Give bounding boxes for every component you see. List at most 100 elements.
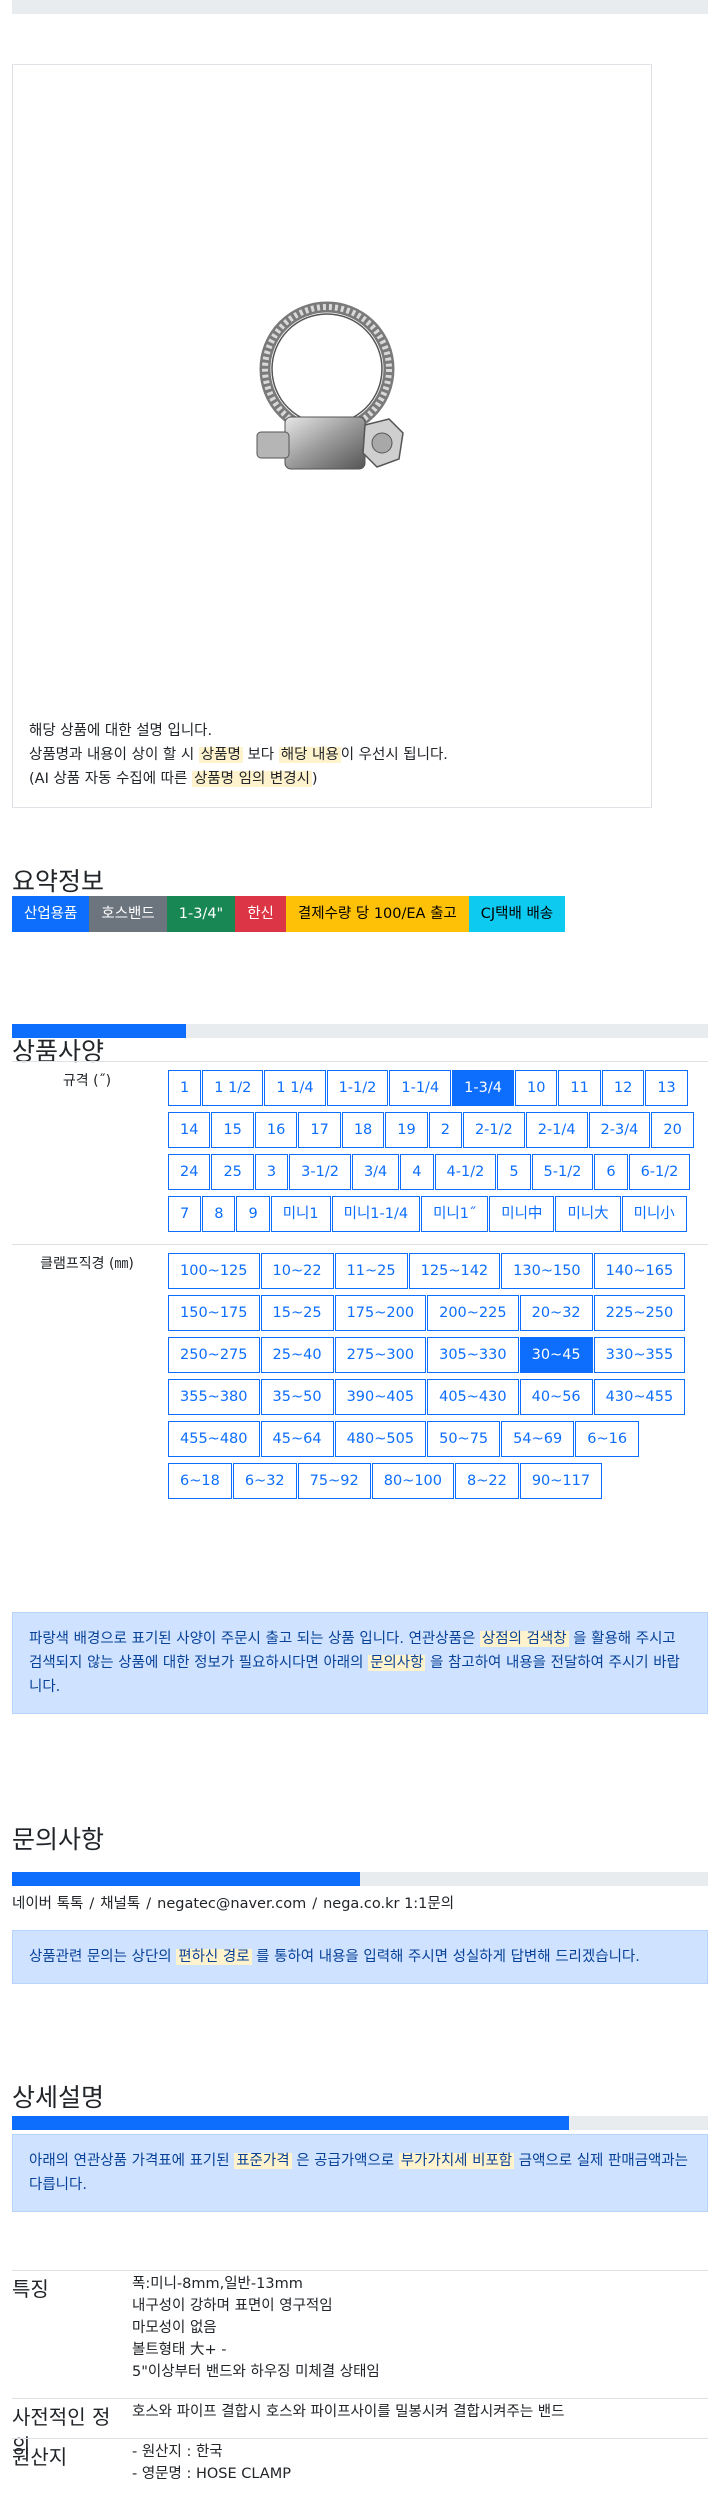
range-option-button[interactable]: 10~22 [260, 1253, 334, 1289]
range-option-button[interactable]: 45~64 [260, 1421, 334, 1457]
contact-link[interactable]: negatec@naver.com [157, 1896, 306, 1912]
summary-badge: 산업용품 [12, 896, 90, 932]
size-option-button[interactable]: 1 [168, 1070, 202, 1106]
size-option-button[interactable]: 14 [168, 1112, 211, 1148]
inquiry-progress-fill [12, 1872, 360, 1886]
detail-row: 특징 폭:미니-8mm,일반-13mm 내구성이 강하며 표면이 영구적임 마모성이 … [12, 2270, 708, 2398]
range-option-button[interactable]: 100~125 [168, 1253, 260, 1289]
top-progress-bar [12, 0, 708, 14]
range-option-button[interactable]: 225~250 [593, 1295, 686, 1331]
detail-progress-bar [12, 2116, 708, 2130]
range-option-button[interactable]: 480~505 [334, 1421, 427, 1457]
range-option-button[interactable]: 355~380 [168, 1379, 260, 1415]
contact-link[interactable]: 네이버 톡톡 [12, 1896, 83, 1912]
detail-row-line: 내구성이 강하며 표면이 영구적임 [132, 2298, 333, 2314]
range-option-button[interactable]: 54~69 [501, 1421, 575, 1457]
size-option-button[interactable]: 1 1/4 [264, 1070, 326, 1106]
range-option-button[interactable]: 8~22 [455, 1463, 519, 1499]
size-option-button[interactable]: 미니1˝ [421, 1196, 489, 1232]
range-options: 100~125 10~22 11~25 125~142 130~150 140~165 15… [162, 1245, 708, 1511]
size-option-button[interactable]: 5-1/2 [531, 1154, 594, 1190]
range-option-button[interactable]: 330~355 [593, 1337, 686, 1373]
size-option-button[interactable]: 2-1/2 [462, 1112, 525, 1148]
range-option-button[interactable]: 25~40 [260, 1337, 334, 1373]
range-option-button[interactable]: 430~455 [593, 1379, 686, 1415]
detail-row: 사전적인 정의 호스와 파이프 결합시 호스와 파이프사이를 밀봉시켜 결합시켜주… [12, 2398, 708, 2458]
contact-link[interactable]: 채널톡 [100, 1896, 140, 1912]
detail-row-line: - 영문명 : HOSE CLAMP [132, 2466, 291, 2482]
range-option-button[interactable]: 75~92 [297, 1463, 371, 1499]
size-option-button[interactable]: 2-1/4 [525, 1112, 588, 1148]
size-option-button[interactable]: 19 [385, 1112, 428, 1148]
size-option-button[interactable]: 8 [202, 1196, 236, 1232]
range-option-button[interactable]: 125~142 [408, 1253, 501, 1289]
summary-badge: 한신 [235, 896, 286, 932]
detail-row-line: 볼트형태 大+ - [132, 2342, 227, 2358]
range-option-button[interactable]: 175~200 [334, 1295, 427, 1331]
size-option-button[interactable]: 1 1/2 [202, 1070, 264, 1106]
size-option-button[interactable]: 5 [497, 1154, 531, 1190]
size-option-button[interactable]: 1-1/4 [389, 1070, 452, 1106]
contact-link[interactable]: nega.co.kr 1:1문의 [323, 1896, 454, 1912]
size-option-button[interactable]: 1-3/4 [452, 1070, 514, 1106]
size-option-button[interactable]: 3/4 [351, 1154, 400, 1190]
size-option-button[interactable]: 4-1/2 [434, 1154, 497, 1190]
range-option-button[interactable]: 250~275 [168, 1337, 260, 1373]
product-image-panel: 해당 상품에 대한 설명 입니다. 상품명과 내용이 상이 할 시 상품명 보다… [12, 64, 652, 808]
range-option-button[interactable]: 35~50 [260, 1379, 334, 1415]
size-option-button[interactable]: 미니大 [555, 1196, 621, 1232]
range-option-button[interactable]: 305~330 [427, 1337, 519, 1373]
size-option-button[interactable]: 15 [211, 1112, 254, 1148]
size-option-button[interactable]: 3-1/2 [289, 1154, 351, 1190]
size-option-button[interactable]: 6-1/2 [628, 1154, 691, 1190]
range-option-button[interactable]: 90~117 [519, 1463, 603, 1499]
range-option-button[interactable]: 30~45 [519, 1337, 593, 1373]
size-options: 11 1/2 1 1/4 1-1/2 1-1/4 1-3/4 10 11 12 13 14 15 16… [162, 1062, 708, 1244]
range-option-button[interactable]: 200~225 [427, 1295, 519, 1331]
size-option-button[interactable]: 미니1 [270, 1196, 331, 1232]
range-option-button[interactable]: 405~430 [427, 1379, 519, 1415]
summary-badge: CJ택배 배송 [468, 896, 566, 932]
range-option-button[interactable]: 40~56 [519, 1379, 593, 1415]
range-option-button[interactable]: 80~100 [371, 1463, 454, 1499]
spec-table: 규격 (˝) 11 1/2 1 1/4 1-1/2 1-1/4 1-3/4 10 11 12 1… [12, 1061, 708, 1511]
range-option-button[interactable]: 455~480 [168, 1421, 260, 1457]
size-option-button[interactable]: 11 [558, 1070, 601, 1106]
size-option-button[interactable]: 12 [601, 1070, 645, 1106]
summary-title: 요약정보 [12, 867, 105, 896]
range-option-button[interactable]: 6~18 [168, 1463, 232, 1499]
range-option-button[interactable]: 6~32 [232, 1463, 297, 1499]
image-note-highlight: 상품명 [198, 747, 243, 763]
range-option-button[interactable]: 6~16 [575, 1421, 640, 1457]
size-option-button[interactable]: 10 [514, 1070, 558, 1106]
size-option-button[interactable]: 9 [236, 1196, 270, 1232]
size-option-button[interactable]: 미니小 [621, 1196, 687, 1232]
range-option-button[interactable]: 20~32 [519, 1295, 593, 1331]
range-option-button[interactable]: 140~165 [593, 1253, 686, 1289]
range-option-button[interactable]: 130~150 [501, 1253, 593, 1289]
size-option-button[interactable]: 24 [168, 1154, 211, 1190]
range-option-button[interactable]: 11~25 [334, 1253, 408, 1289]
size-option-button[interactable]: 13 [645, 1070, 688, 1106]
range-option-button[interactable]: 275~300 [334, 1337, 427, 1373]
size-option-button[interactable]: 18 [341, 1112, 385, 1148]
size-option-button[interactable]: 4 [400, 1154, 434, 1190]
size-option-button[interactable]: 3 [254, 1154, 289, 1190]
size-option-button[interactable]: 미니1-1/4 [331, 1196, 421, 1232]
size-option-button[interactable]: 6 [594, 1154, 628, 1190]
size-option-button[interactable]: 25 [211, 1154, 254, 1190]
size-option-button[interactable]: 20 [651, 1112, 694, 1148]
image-note-line3: (AI 상품 자동 수집에 따른 상품명 임의 변경시) [29, 767, 448, 791]
range-option-button[interactable]: 15~25 [260, 1295, 334, 1331]
size-option-button[interactable]: 1-1/2 [326, 1070, 389, 1106]
size-option-button[interactable]: 7 [168, 1196, 202, 1232]
size-option-button[interactable]: 2-3/4 [588, 1112, 651, 1148]
range-option-button[interactable]: 50~75 [427, 1421, 501, 1457]
range-option-button[interactable]: 150~175 [168, 1295, 260, 1331]
size-option-button[interactable]: 16 [254, 1112, 298, 1148]
size-option-button[interactable]: 미니中 [489, 1196, 555, 1232]
size-option-button[interactable]: 17 [298, 1112, 341, 1148]
notice-text: 상품관련 문의는 상단의 [29, 1949, 172, 1965]
size-option-button[interactable]: 2 [428, 1112, 462, 1148]
range-option-button[interactable]: 390~405 [334, 1379, 427, 1415]
